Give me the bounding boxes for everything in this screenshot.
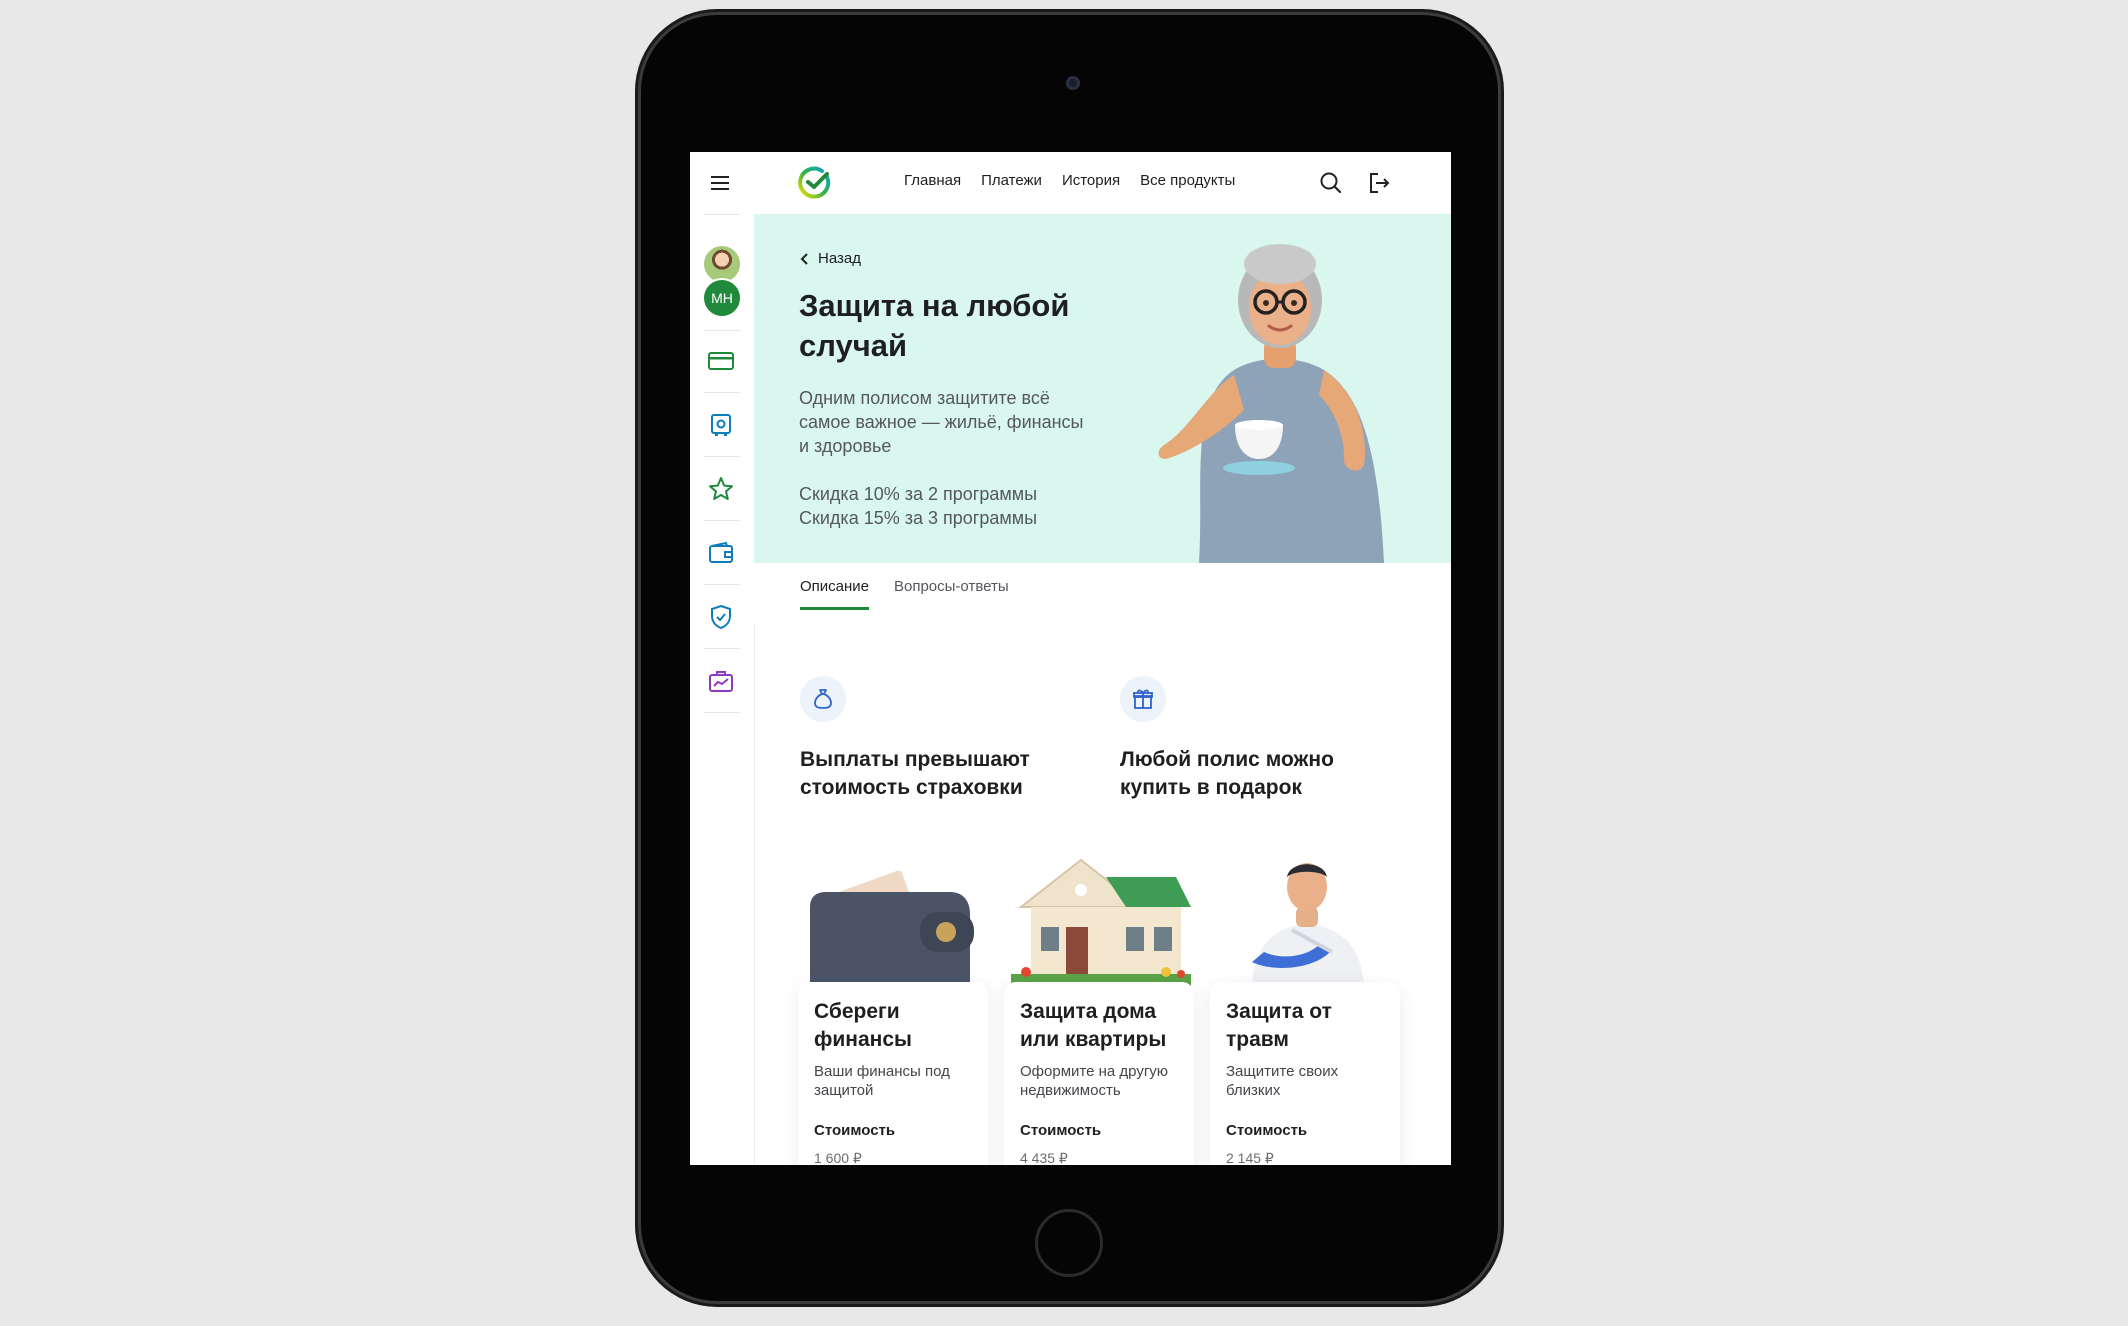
divider [704,214,740,215]
profile-avatar-initials[interactable]: МН [702,278,742,318]
divider [704,712,740,713]
nav-item-payments[interactable]: Платежи [981,172,1042,189]
wallet-illustration [810,870,974,987]
tab-description[interactable]: Описание [800,578,870,610]
divider [704,520,740,521]
briefcase-chart-icon[interactable] [704,664,738,698]
card-subtitle: Оформите на другую недвижимость [1020,1063,1169,1099]
nav-item-home[interactable]: Главная [904,172,961,189]
hero-banner: Назад Защита на любой случай Одним полис… [754,214,1451,563]
divider [704,584,740,585]
hero-discounts: Скидка 10% за 2 программы Скидка 15% за … [799,482,1099,530]
chevron-left-icon [800,252,808,265]
tab-faq[interactable]: Вопросы-ответы [894,578,1009,607]
hamburger-menu-icon[interactable] [704,166,738,200]
top-header: Главная Платежи История Все продукты [754,152,1451,215]
card-icon[interactable] [704,344,738,378]
star-icon[interactable] [704,472,738,506]
card-cost-label: Стоимость [1226,1122,1308,1139]
product-card-home[interactable]: Защита дома или квартиры Оформите на дру… [1004,982,1194,1165]
divider [704,330,740,331]
discount-two-programs: Скидка 10% за 2 программы [799,484,1038,504]
product-card-injury[interactable]: Защита от травм Защитите своих близких С… [1210,982,1400,1165]
back-link[interactable]: Назад [800,250,861,267]
card-price: 1 600 ₽ [814,1150,862,1165]
card-price: 4 435 ₽ [1020,1150,1068,1165]
tabs: Описание Вопросы-ответы [754,563,1451,623]
wallet-icon[interactable] [704,536,738,570]
house-illustration [1011,858,1191,987]
page-title: Защита на любой случай [799,288,1070,363]
feature-text: Выплаты превышают стоимость страховки [800,748,1030,799]
money-bag-icon [800,676,846,722]
product-card-finance[interactable]: Сбереги финансы Ваши финансы под защитой… [798,982,988,1165]
brand-logo-icon[interactable] [798,166,832,200]
avatar[interactable] [704,246,740,282]
shield-icon[interactable] [704,600,738,634]
card-price: 2 145 ₽ [1226,1150,1274,1165]
home-button[interactable] [1035,1209,1103,1277]
logout-icon[interactable] [1366,170,1392,196]
card-title: Сбереги финансы [814,1000,912,1051]
divider [704,392,740,393]
app-screen: МН Главная Платежи История Все продукты … [690,152,1451,1165]
camera-icon [1066,76,1080,90]
card-title: Защита от травм [1226,1000,1332,1051]
feature-gift: Любой полис можно купить в подарок [1120,676,1390,802]
injured-man-illustration [1252,863,1364,987]
divider [704,648,740,649]
feature-text: Любой полис можно купить в подарок [1120,748,1334,799]
main-nav: Главная Платежи История Все продукты [904,172,1235,189]
search-icon[interactable] [1318,170,1344,196]
card-subtitle: Ваши финансы под защитой [814,1063,950,1099]
card-title: Защита дома или квартиры [1020,1000,1167,1051]
grandmother-illustration [1158,244,1384,563]
feature-payouts: Выплаты превышают стоимость страховки [800,676,1070,802]
back-label: Назад [818,250,861,267]
hero-description: Одним полисом защитите всё самое важное … [799,388,1084,456]
card-cost-label: Стоимость [814,1122,896,1139]
divider [704,456,740,457]
discount-three-programs: Скидка 15% за 3 программы [799,508,1038,528]
gift-icon [1120,676,1166,722]
safe-icon[interactable] [704,408,738,442]
sidebar: МН [690,152,755,1165]
nav-item-history[interactable]: История [1062,172,1120,189]
card-cost-label: Стоимость [1020,1122,1102,1139]
card-subtitle: Защитите своих близких [1226,1063,1339,1099]
nav-item-all-products[interactable]: Все продукты [1140,172,1235,189]
